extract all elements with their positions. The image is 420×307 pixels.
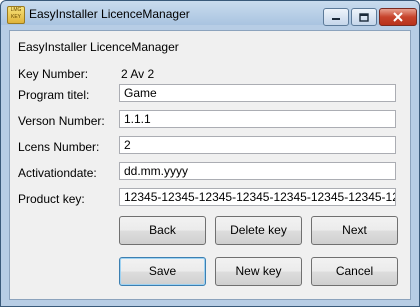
activation-date-label: Activationdate: — [18, 166, 97, 180]
cancel-button[interactable]: Cancel — [311, 257, 398, 286]
minimize-icon — [332, 18, 340, 20]
version-number-input[interactable]: 1.1.1 — [119, 110, 396, 128]
window-title: EasyInstaller LicenceManager — [29, 7, 190, 21]
version-number-label: Verson Number: — [18, 114, 105, 128]
licence-number-input[interactable]: 2 — [119, 136, 396, 154]
product-key-input[interactable]: 12345-12345-12345-12345-12345-12345-1234… — [119, 188, 396, 206]
title-bar[interactable]: LMG KEY EasyInstaller LicenceManager — [1, 1, 419, 28]
close-icon — [393, 12, 403, 22]
program-title-input[interactable]: Game — [119, 84, 396, 102]
save-button[interactable]: Save — [119, 257, 206, 286]
program-title-label: Program titel: — [18, 88, 90, 102]
minimize-button[interactable] — [323, 8, 349, 26]
next-button[interactable]: Next — [311, 216, 398, 245]
product-key-label: Product key: — [18, 192, 85, 206]
key-number-value: 2 Av 2 — [121, 67, 155, 81]
app-window: LMG KEY EasyInstaller LicenceManager Eas… — [0, 0, 420, 307]
delete-key-button[interactable]: Delete key — [215, 216, 302, 245]
activation-date-input[interactable]: dd.mm.yyyy — [119, 162, 396, 180]
maximize-icon — [359, 12, 369, 22]
licence-number-label: Lcens Number: — [18, 140, 100, 154]
close-button[interactable] — [379, 8, 417, 26]
back-button[interactable]: Back — [119, 216, 206, 245]
new-key-button[interactable]: New key — [215, 257, 302, 286]
key-number-label: Key Number: — [18, 67, 89, 81]
header-title: EasyInstaller LicenceManager — [18, 40, 179, 54]
maximize-button[interactable] — [351, 8, 377, 26]
client-area: EasyInstaller LicenceManager Key Number:… — [9, 30, 411, 300]
app-key-icon: LMG KEY — [7, 6, 25, 24]
